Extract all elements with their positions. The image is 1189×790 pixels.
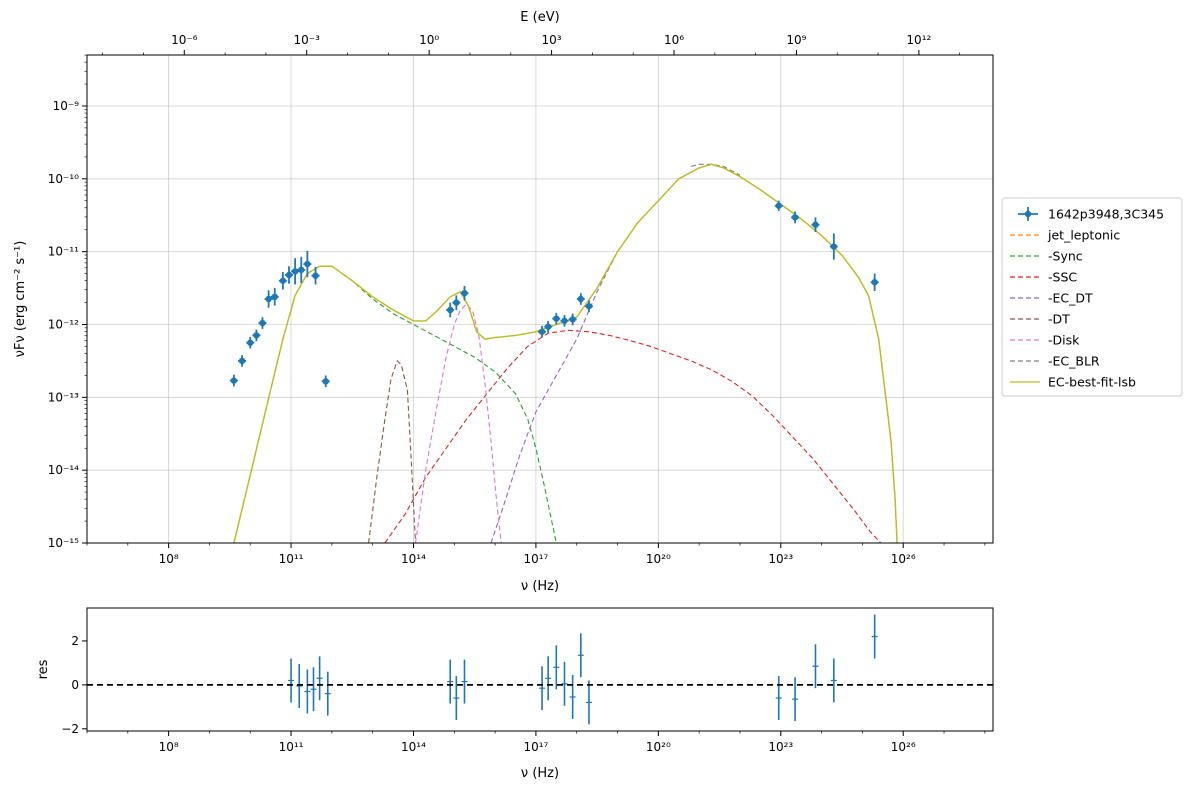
data-point xyxy=(538,328,546,335)
data-point xyxy=(453,299,460,306)
x-tick-label: 10¹⁴ xyxy=(401,552,426,566)
x-tick-label: 10²³ xyxy=(768,552,793,566)
legend-label: EC-best-fit-lsb xyxy=(1048,375,1136,390)
res-x-tick-label: 10¹¹ xyxy=(279,740,304,754)
data-point xyxy=(253,332,260,339)
top-x-tick-label: 10³ xyxy=(542,33,562,47)
legend: 1642p3948,3C345 jet_leptonic -Sync -SSC -… xyxy=(1001,197,1183,397)
res-x-tick-label: 10²³ xyxy=(768,740,793,754)
data-point xyxy=(230,377,238,384)
y-tick-label: 10⁻¹¹ xyxy=(48,245,79,259)
y-tick-label: 10⁻¹⁰ xyxy=(48,172,79,186)
series-line-disk xyxy=(414,303,502,543)
y-tick-label: 10⁻⁹ xyxy=(53,99,80,113)
res-y-tick-label: 0 xyxy=(71,678,79,692)
series-line-ssc xyxy=(384,329,882,543)
legend-label: jet_leptonic xyxy=(1047,228,1120,243)
data-point xyxy=(775,202,782,209)
legend-label: 1642p3948,3C345 xyxy=(1048,207,1164,222)
y-axis-label: νFν (erg cm⁻² s⁻¹) xyxy=(13,241,28,358)
y-tick-label: 10⁻¹⁵ xyxy=(48,536,79,550)
x-axis-label: ν (Hz) xyxy=(521,579,559,594)
top-x-tick-label: 10⁻⁶ xyxy=(171,33,198,47)
data-point xyxy=(812,221,819,228)
data-point xyxy=(238,357,246,365)
data-point xyxy=(577,295,585,303)
data-point xyxy=(871,279,878,286)
top-x-tick-label: 10¹² xyxy=(906,33,931,47)
main-sed-plot: 10⁸ 10¹¹ 10¹⁴ 10¹⁷ 10²⁰ 10²³ 10²⁶ 10⁻⁹ 10⁻¹⁰ 10⁻¹… xyxy=(13,10,994,594)
model-curves xyxy=(233,163,898,543)
x-tick-label: 10²⁰ xyxy=(646,552,671,566)
top-x-tick-label: 10⁶ xyxy=(664,33,684,47)
series-line-dt xyxy=(368,359,417,543)
legend-label: -EC_DT xyxy=(1048,291,1093,306)
res-y-axis-label: res xyxy=(36,659,51,679)
data-point xyxy=(447,306,454,314)
legend-label: -Disk xyxy=(1048,333,1080,348)
data-point xyxy=(279,277,287,284)
x-tick-label: 10⁸ xyxy=(159,552,179,566)
legend-label: -DT xyxy=(1048,312,1070,327)
top-x-tick-label: 10⁻³ xyxy=(294,33,321,47)
res-x-tick-label: 10¹⁷ xyxy=(523,740,548,754)
series-line-ec_dt xyxy=(490,163,898,543)
res-y-tick-label: −2 xyxy=(61,722,79,736)
series-line-jet_leptonic xyxy=(233,163,898,543)
x-tick-label: 10²⁶ xyxy=(891,552,916,566)
legend-label: -SSC xyxy=(1048,270,1077,285)
top-x-tick-label: 10⁹ xyxy=(786,33,806,47)
x-tick-label: 10¹⁷ xyxy=(523,552,548,566)
data-point xyxy=(544,323,552,330)
residual-plot-frame xyxy=(86,607,994,732)
x-tick-label: 10¹¹ xyxy=(279,552,304,566)
data-point xyxy=(791,214,799,221)
data-point xyxy=(271,293,278,301)
data-point xyxy=(830,243,838,250)
data-point xyxy=(561,317,568,325)
residual-elements xyxy=(288,614,878,725)
series-line-ec_best_fit_lsb xyxy=(233,163,898,543)
data-point xyxy=(569,316,576,323)
data-point xyxy=(259,319,266,327)
y-tick-label: 10⁻¹³ xyxy=(48,390,79,404)
residual-plot: 10⁸ 10¹¹ 10¹⁴ 10¹⁷ 10²⁰ 10²³ 10²⁶ 2 0 −2 ν (Hz) res xyxy=(36,607,994,781)
data-point xyxy=(304,260,311,268)
res-x-tick-label: 10²⁰ xyxy=(646,740,671,754)
res-x-axis-label: ν (Hz) xyxy=(521,766,559,781)
legend-label: -Sync xyxy=(1048,249,1083,264)
data-point xyxy=(312,272,319,279)
data-point xyxy=(247,339,254,346)
res-x-tick-label: 10²⁶ xyxy=(891,740,916,754)
top-axis-label: E (eV) xyxy=(520,10,559,25)
y-tick-label: 10⁻¹² xyxy=(48,317,79,331)
data-point xyxy=(298,266,305,274)
figure-canvas: 10⁸ 10¹¹ 10¹⁴ 10¹⁷ 10²⁰ 10²³ 10²⁶ 10⁻⁹ 10⁻¹⁰ 10⁻¹… xyxy=(13,10,1183,781)
y-tick-label: 10⁻¹⁴ xyxy=(48,463,79,477)
data-point xyxy=(553,315,560,322)
data-point xyxy=(461,289,468,297)
data-point xyxy=(585,303,593,310)
data-point xyxy=(322,378,329,385)
residual-points xyxy=(288,614,878,725)
res-x-tick-label: 10⁸ xyxy=(159,740,179,754)
legend-marker xyxy=(1024,210,1032,218)
series-line-sync xyxy=(233,265,557,543)
top-x-tick-label: 10⁰ xyxy=(419,33,439,47)
res-y-tick-label: 2 xyxy=(71,634,79,648)
res-x-tick-label: 10¹⁴ xyxy=(401,740,426,754)
legend-label: -EC_BLR xyxy=(1048,354,1100,369)
data-points xyxy=(229,200,879,388)
data-point xyxy=(285,271,293,279)
